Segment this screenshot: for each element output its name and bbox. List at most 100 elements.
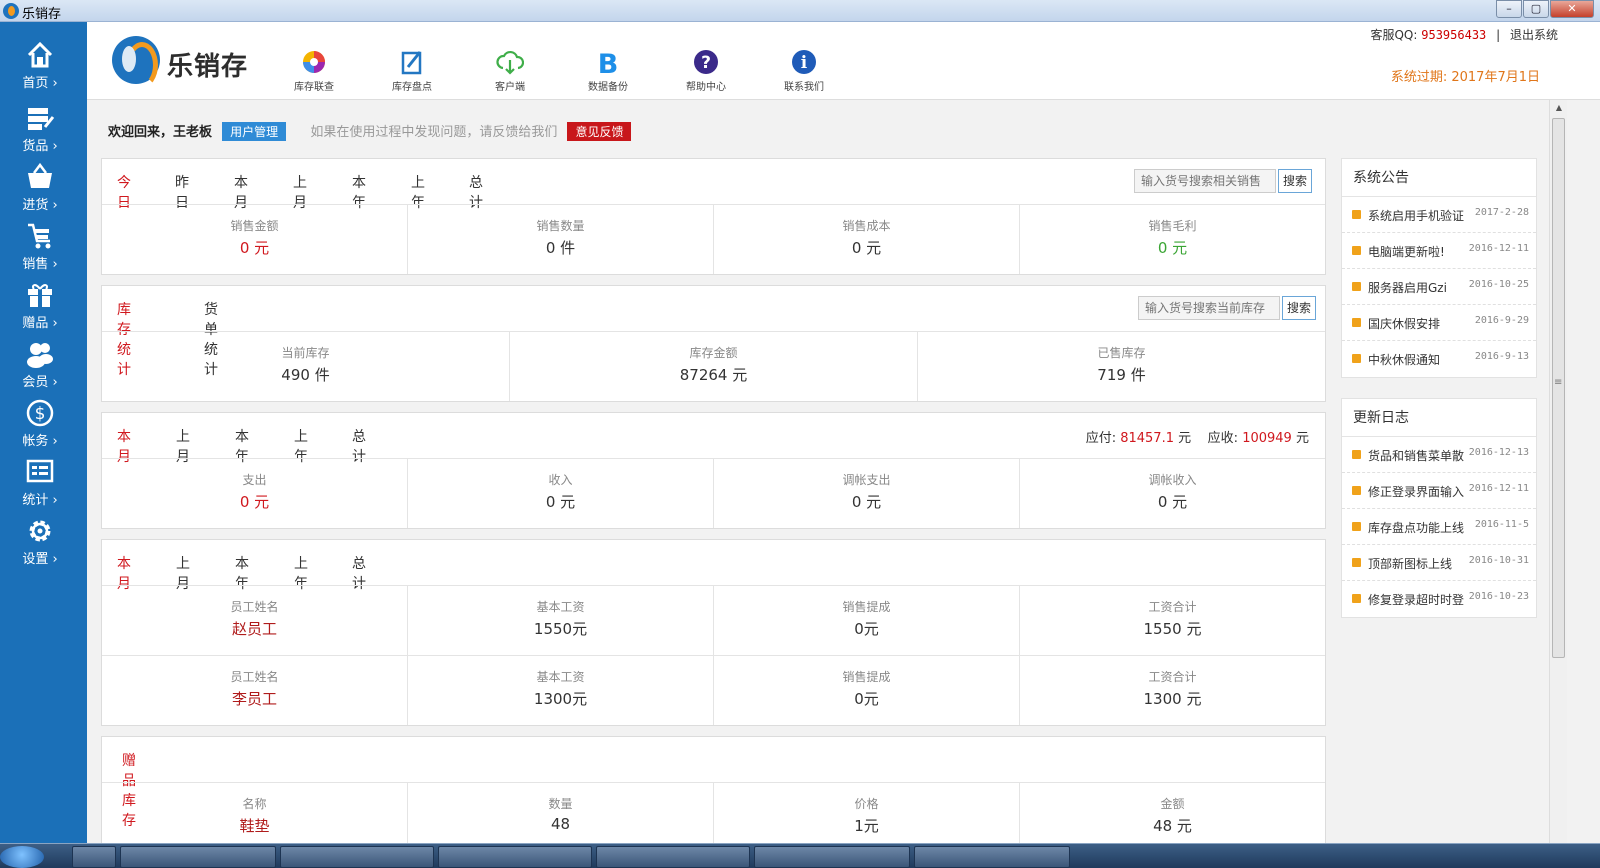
stat-value: 87264 元 — [679, 366, 748, 384]
gift-name[interactable]: 鞋垫 — [102, 815, 407, 836]
taskbar-button[interactable] — [438, 846, 592, 868]
sales-panel: 今日 昨日 本月 上月 本年 上年 总计 搜索 销售金额0 元 销售数量0 件 … — [101, 158, 1326, 275]
taskbar-button[interactable] — [596, 846, 750, 868]
stat-label: 库存金额 — [689, 346, 738, 360]
sales-search-input[interactable] — [1134, 169, 1276, 193]
stat-sales-amount: 销售金额 0 元 — [102, 205, 408, 274]
gift-qty-cell: 数量 48 — [408, 783, 714, 844]
notice-text: 国庆休假安排 — [1368, 317, 1441, 331]
sidebar-item-gifts[interactable]: 赠品 — [0, 280, 87, 336]
changelog-item[interactable]: 顶部新图标上线 2016-10-31 — [1342, 545, 1536, 581]
sidebar-item-home[interactable]: 首页 — [0, 40, 87, 96]
svg-text:?: ? — [701, 53, 711, 73]
service-qq[interactable]: 953956433 — [1421, 28, 1486, 42]
employee-name-cell: 员工姓名 赵员工 — [102, 586, 408, 655]
taskbar-button[interactable] — [72, 846, 116, 868]
feedback-button[interactable]: 意见反馈 — [567, 122, 632, 141]
stat-label: 销售毛利 — [1148, 219, 1197, 233]
stat-label: 当前库存 — [281, 346, 330, 360]
employee-name-cell: 员工姓名 李员工 — [102, 656, 408, 725]
nav-inventory-query[interactable]: 库存联查 — [274, 48, 354, 93]
taskbar-button[interactable] — [754, 846, 910, 868]
goods-icon — [28, 108, 55, 130]
start-button[interactable] — [0, 846, 44, 868]
cell-value: 1550元 — [533, 620, 588, 638]
notice-item[interactable]: 服务器启用Gzi 2016-10-25 — [1342, 269, 1536, 305]
sidebar-item-label: 销售 — [0, 253, 80, 272]
stat-value: 0 元 — [851, 493, 882, 511]
sidebar-item-label: 赠品 — [0, 312, 80, 331]
changelog-text: 修复登录超时时登 — [1368, 593, 1465, 607]
cell-label: 工资合计 — [1148, 600, 1197, 614]
stat-income: 收入 0 元 — [408, 459, 714, 528]
cell-value: 1300 元 — [1143, 690, 1202, 708]
stat-sales-quantity: 销售数量 0 件 — [408, 205, 714, 274]
logout-link[interactable]: 退出系统 — [1510, 28, 1558, 42]
notice-item[interactable]: 系统启用手机验证 2017-2-28 — [1342, 197, 1536, 233]
base-salary-cell: 基本工资 1300元 — [408, 656, 714, 725]
stat-value: 0 元 — [1157, 239, 1188, 257]
sidebar-item-label: 货品 — [0, 135, 80, 154]
nav-label: 库存盘点 — [392, 82, 432, 93]
notice-date: 2017-2-28 — [1474, 207, 1529, 218]
scrollbar-thumb[interactable] — [1552, 118, 1565, 658]
changelog-item[interactable]: 库存盘点功能上线 2016-11-5 — [1342, 509, 1536, 545]
changelog-item[interactable]: 修复登录超时时登 2016-10-23 — [1342, 581, 1536, 617]
changelog-text: 修正登录界面输入 — [1368, 485, 1465, 499]
home-icon — [27, 41, 53, 68]
vertical-scrollbar[interactable]: ▲ ▼ — [1549, 100, 1567, 860]
sidebar-item-sales[interactable]: 销售 — [0, 221, 87, 277]
stock-search-button[interactable]: 搜索 — [1282, 296, 1316, 320]
logo[interactable]: 乐销存 — [112, 36, 262, 88]
taskbar-button[interactable] — [280, 846, 434, 868]
nav-contact[interactable]: i 联系我们 — [764, 48, 844, 93]
changelog-item[interactable]: 货品和销售菜单散 2016-12-13 — [1342, 437, 1536, 473]
sidebar-item-accounts[interactable]: $ 帐务 — [0, 398, 87, 454]
nav-backup[interactable]: B 数据备份 — [568, 48, 648, 93]
nav-stocktake[interactable]: 库存盘点 — [372, 48, 452, 93]
notices-box: 系统公告 系统启用手机验证 2017-2-28 电脑端更新啦! 2016-12-11… — [1341, 158, 1537, 378]
taskbar-button[interactable] — [914, 846, 1070, 868]
stock-search-input[interactable] — [1138, 296, 1280, 320]
changelog-date: 2016-10-31 — [1468, 555, 1529, 566]
gifts-panel: 赠品库存 名称 鞋垫 数量 48 价格 1元 金额 48 元 — [101, 736, 1326, 844]
gift-amount-cell: 金额 48 元 — [1020, 783, 1325, 844]
stats-icon — [26, 459, 54, 483]
sidebar-item-purchase[interactable]: 进货 — [0, 162, 87, 218]
nav-label: 客户端 — [495, 82, 525, 93]
scroll-up-icon[interactable]: ▲ — [1550, 100, 1568, 116]
cell-value: 1元 — [854, 817, 879, 835]
employee-name[interactable]: 李员工 — [102, 688, 407, 709]
stock-panel: 库存统计 货单统计 搜索 当前库存490 件 库存金额87264 元 已售库存7… — [101, 285, 1326, 402]
sidebar-item-statistics[interactable]: 统计 — [0, 457, 87, 513]
sales-search-button[interactable]: 搜索 — [1278, 169, 1312, 193]
close-button[interactable]: ✕ — [1550, 0, 1594, 18]
employee-name[interactable]: 赵员工 — [102, 618, 407, 639]
maximize-button[interactable]: ▢ — [1523, 0, 1549, 18]
changelog-date: 2016-11-5 — [1474, 519, 1529, 530]
cell-value: 48 — [550, 815, 571, 833]
taskbar-button[interactable] — [120, 846, 276, 868]
bullet-icon — [1352, 486, 1361, 495]
notice-date: 2016-10-25 — [1468, 279, 1529, 290]
gear-icon — [29, 520, 51, 542]
changelog-item[interactable]: 修正登录界面输入 2016-12-11 — [1342, 473, 1536, 509]
sidebar-item-goods[interactable]: 货品 — [0, 103, 87, 159]
stat-stock-amount: 库存金额 87264 元 — [510, 332, 918, 401]
nav-label: 库存联查 — [294, 82, 334, 93]
sidebar-item-settings[interactable]: 设置 — [0, 516, 87, 572]
nav-client[interactable]: 客户端 — [470, 48, 550, 93]
user-management-button[interactable]: 用户管理 — [222, 122, 287, 141]
nav-help[interactable]: ? 帮助中心 — [666, 48, 746, 93]
commission-cell: 销售提成 0元 — [714, 656, 1020, 725]
help-icon: ? — [694, 50, 718, 74]
notice-item[interactable]: 电脑端更新啦! 2016-12-11 — [1342, 233, 1536, 269]
logo-mark-icon — [112, 36, 160, 88]
service-label: 客服QQ: — [1370, 28, 1418, 42]
notice-text: 服务器启用Gzi — [1368, 281, 1447, 295]
notice-item[interactable]: 国庆休假安排 2016-9-29 — [1342, 305, 1536, 341]
notices-title: 系统公告 — [1342, 159, 1536, 197]
minimize-button[interactable]: – — [1496, 0, 1522, 18]
sidebar-item-members[interactable]: 会员 — [0, 339, 87, 395]
notice-item[interactable]: 中秋休假通知 2016-9-13 — [1342, 341, 1536, 377]
